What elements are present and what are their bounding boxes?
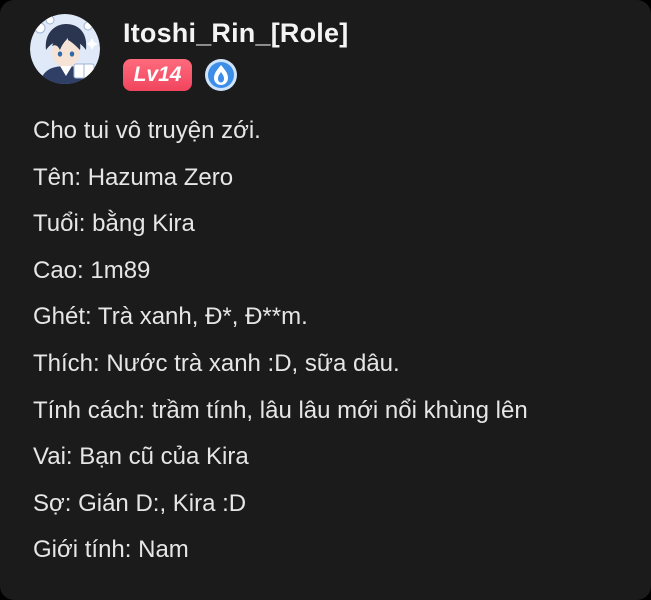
level-badge: Lv14 <box>123 59 192 91</box>
avatar[interactable] <box>30 14 100 84</box>
bio-line: Tên: Hazuma Zero <box>33 163 234 191</box>
user-meta: Itoshi_Rin_[Role] Lv14 <box>123 14 348 92</box>
bio-line: Tuổi: bằng Kira <box>33 210 195 238</box>
bio-line: Thích: Nước trà xanh :D, sữa dâu. <box>33 349 400 377</box>
post-header: Itoshi_Rin_[Role] Lv14 <box>30 14 348 92</box>
bio-line: Tính cách: trầm tính, lâu lâu mới nổi kh… <box>33 396 528 424</box>
post-card: Itoshi_Rin_[Role] Lv14 Cho tui vô truyện… <box>0 0 651 600</box>
bio-line: Ghét: Trà xanh, Đ*, Đ**m. <box>33 303 308 331</box>
avatar-image <box>30 14 100 84</box>
blue-flame-badge-icon <box>205 59 237 91</box>
bio-line: Cao: 1m89 <box>33 256 151 284</box>
username[interactable]: Itoshi_Rin_[Role] <box>123 16 348 50</box>
bio-line: Giới tính: Nam <box>33 536 189 564</box>
user-badges: Lv14 <box>123 58 348 92</box>
bio-line: Cho tui vô truyện zới. <box>33 117 261 144</box>
bio-line: Vai: Bạn cũ của Kira <box>33 443 249 471</box>
bio-text: Cho tui vô truyện zới. Tên: Hazuma Zero … <box>33 108 633 574</box>
bio-line: Sợ: Gián D:, Kira :D <box>33 489 247 517</box>
